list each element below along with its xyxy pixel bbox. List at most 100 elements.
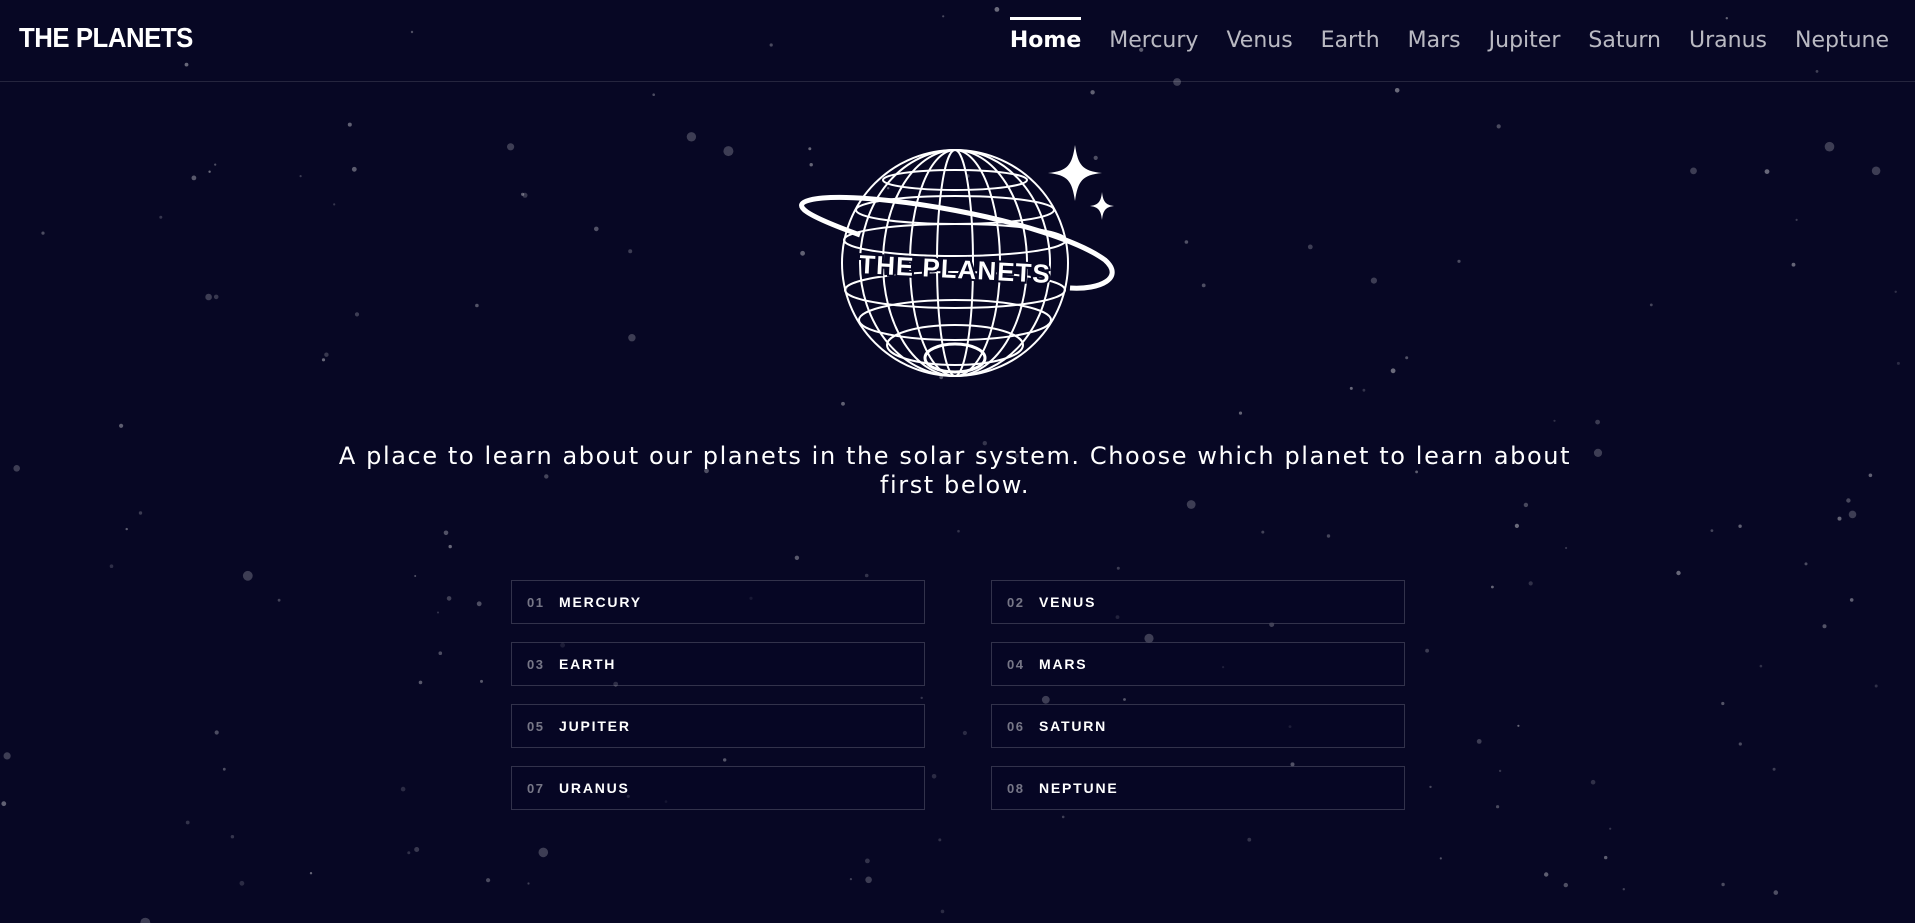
page: THE PLANETS Home Mercury Venus Earth Mar… [0,0,1915,923]
star-dot [507,143,515,151]
star-dot [938,838,942,842]
star-dot [191,175,197,181]
star-dot [1676,570,1681,576]
star-dot [1759,664,1763,668]
star-dot [1116,566,1120,570]
nav-item-neptune[interactable]: Neptune [1781,0,1903,81]
star-dot [628,334,636,342]
star-dot [849,878,853,881]
planet-button-saturn[interactable]: 06 SATURN [991,704,1405,748]
nav-item-home[interactable]: Home [996,0,1095,81]
star-dot [476,601,482,607]
sparkle-small-icon [1090,192,1114,220]
planet-name: MERCURY [559,594,642,610]
planet-name: NEPTUNE [1039,780,1119,796]
star-dot [1868,473,1873,478]
star-dot [957,529,960,533]
star-dot [1247,837,1252,842]
star-dot [140,917,151,923]
star-dot [1690,167,1697,175]
nav-item-venus[interactable]: Venus [1212,0,1306,81]
star-dot [1622,888,1626,891]
planet-button-mars[interactable]: 04 MARS [991,642,1405,686]
nav-item-mars[interactable]: Mars [1394,0,1475,81]
star-dot [1772,767,1776,771]
star-dot [1523,502,1529,508]
nav-item-mercury[interactable]: Mercury [1095,0,1212,81]
star-dot [119,423,124,428]
star-dot [1609,827,1612,830]
star-dot [1849,598,1854,602]
star-dot [480,679,483,683]
star-dot [1595,419,1600,425]
star-dot [1874,684,1878,688]
planet-number: 03 [527,656,545,672]
planet-button-venus[interactable]: 02 VENUS [991,580,1405,624]
planet-button-jupiter[interactable]: 05 JUPITER [511,704,925,748]
star-dot [1721,882,1725,887]
globe-logo-text: THE PLANETS [859,249,1052,289]
sparkle-large-icon [1048,145,1102,201]
star-dot [205,293,212,301]
star-dot [1528,581,1533,586]
star-dot [865,876,872,884]
star-dot [1439,857,1442,860]
star-dot [1846,498,1851,503]
planet-number: 04 [1007,656,1025,672]
star-dot [351,166,357,172]
star-dot [277,598,281,602]
star-dot [1710,529,1714,532]
star-dot [418,680,423,685]
star-dot [628,249,633,254]
planet-button-neptune[interactable]: 08 NEPTUNE [991,766,1405,810]
star-dot [1429,785,1432,789]
planet-name: SATURN [1039,718,1108,734]
star-dot [864,573,869,578]
star-dot [486,878,491,883]
star-dot [1896,361,1900,365]
star-dot [1,801,7,807]
star-dot [299,175,302,178]
star-dot [1326,534,1331,538]
star-dot [865,858,870,864]
star-dot [1894,290,1897,293]
star-dot [1425,648,1429,653]
star-dot [1090,90,1095,95]
planet-number: 02 [1007,594,1025,610]
star-dot [1563,882,1569,888]
star-dot [1184,240,1189,244]
planet-globe-logo: THE PLANETS [799,145,1115,377]
star-dot [1822,624,1827,629]
star-dot [3,752,11,760]
star-dot [1476,739,1482,744]
star-dot [443,530,449,536]
star-dot [1553,419,1556,422]
star-dot [309,872,313,875]
star-dot [354,312,360,317]
star-dot [1238,411,1243,415]
site-logo[interactable]: THE PLANETS [19,22,193,54]
star-dot [414,847,420,852]
planet-number: 01 [527,594,545,610]
planet-button-uranus[interactable]: 07 URANUS [511,766,925,810]
nav-item-earth[interactable]: Earth [1307,0,1394,81]
star-dot [527,882,530,885]
star-dot [1186,500,1196,509]
globe-pole-ring [923,342,987,374]
nav-item-jupiter[interactable]: Jupiter [1475,0,1575,81]
star-dot [1349,386,1353,390]
planet-button-earth[interactable]: 03 EARTH [511,642,925,686]
star-dot [109,564,114,568]
star-dot [1795,218,1798,221]
star-dot [1837,516,1842,521]
star-dot [723,146,734,157]
nav-item-uranus[interactable]: Uranus [1675,0,1781,81]
star-dot [1496,805,1500,809]
star-dot [1590,779,1596,785]
star-dot [1405,356,1409,360]
star-dot [1491,585,1494,589]
star-dot [686,132,697,142]
star-dot [214,730,219,735]
nav-item-saturn[interactable]: Saturn [1574,0,1675,81]
planet-button-mercury[interactable]: 01 MERCURY [511,580,925,624]
